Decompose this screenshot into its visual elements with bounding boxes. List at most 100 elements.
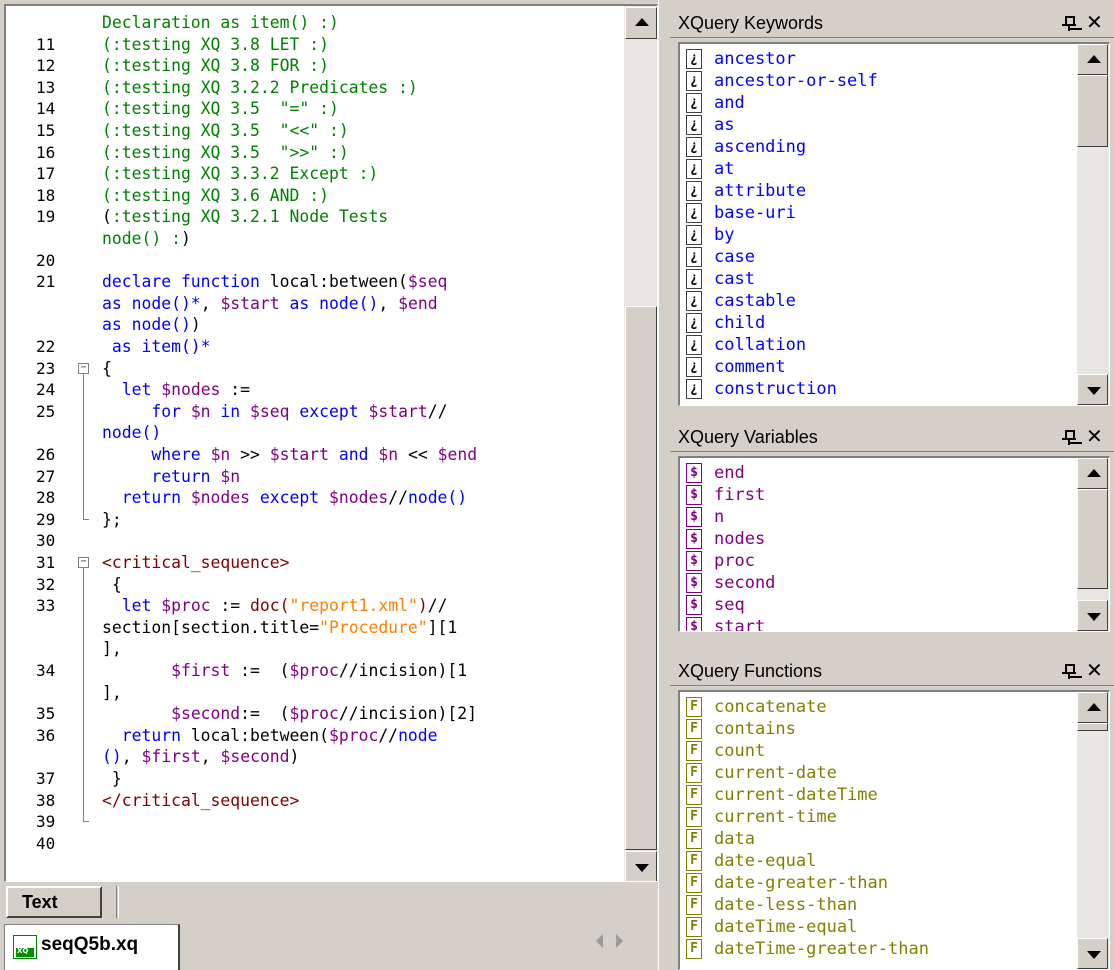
list-item[interactable]: FdateTime-greater-than (686, 938, 1076, 960)
code-token: := ( (230, 661, 290, 680)
list-item[interactable]: $ nodes (686, 528, 1076, 550)
scroll-thumb[interactable] (1077, 489, 1108, 589)
list-item[interactable]: ¿ by (686, 224, 1076, 246)
code-line: as node()) (102, 314, 201, 336)
list-item-label: end (714, 463, 745, 483)
code-token: return (102, 466, 221, 486)
list-item-label: by (714, 225, 735, 245)
list-item[interactable]: ¿ attribute (686, 180, 1076, 202)
close-icon[interactable]: ✕ (1086, 10, 1103, 34)
list-item[interactable]: ¿ base-uri (686, 202, 1076, 224)
list-item[interactable]: $ end (686, 462, 1076, 484)
keyword-icon: ¿ (686, 159, 702, 179)
keywords-scrollbar[interactable] (1077, 44, 1109, 405)
code-line: declare function local:between($seq (102, 271, 447, 293)
scroll-thumb[interactable] (1077, 723, 1108, 731)
list-item[interactable]: FdateTime-equal (686, 916, 1076, 938)
list-item[interactable]: $ start (686, 616, 1076, 632)
list-item[interactable]: Fcurrent-dateTime (686, 784, 1076, 806)
close-icon[interactable]: ✕ (1086, 658, 1103, 682)
code-token: local:between( (190, 725, 329, 745)
function-icon: F (686, 829, 702, 849)
line-number: 40 (36, 833, 56, 853)
scroll-up-button[interactable] (1077, 692, 1108, 723)
scroll-down-button[interactable] (1077, 374, 1108, 405)
code-token: node (398, 725, 438, 745)
list-item[interactable]: Fcount (686, 740, 1076, 762)
panel-title-bar[interactable]: XQuery Functions ✕ (670, 656, 1114, 686)
tab-scroll-left-icon[interactable] (596, 934, 603, 948)
list-item[interactable]: ¿ as (686, 114, 1076, 136)
line-number: 21 (36, 272, 56, 292)
line-number: 39 (36, 812, 56, 832)
list-item[interactable]: Fdate-equal (686, 850, 1076, 872)
list-item[interactable]: Fcurrent-date (686, 762, 1076, 784)
close-icon[interactable]: ✕ (1086, 424, 1103, 448)
list-item-label: concatenate (714, 697, 827, 717)
list-item[interactable]: $ first (686, 484, 1076, 506)
list-item[interactable]: ¿ comment (686, 356, 1076, 378)
list-item[interactable]: $ proc (686, 550, 1076, 572)
scroll-down-button[interactable] (1077, 600, 1108, 631)
xq-file-icon (13, 935, 37, 959)
list-item[interactable]: ¿ construction (686, 378, 1076, 400)
scroll-up-button[interactable] (625, 7, 657, 39)
code-token: $first (171, 661, 231, 680)
panel-title-bar[interactable]: XQuery Keywords ✕ (670, 8, 1114, 38)
scroll-up-button[interactable] (1077, 458, 1108, 489)
list-item[interactable]: ¿ collation (686, 334, 1076, 356)
list-item[interactable]: ¿ cast (686, 268, 1076, 290)
list-item[interactable]: ¿ castable (686, 290, 1076, 312)
code-token: $second (220, 747, 290, 767)
functions-scrollbar[interactable] (1077, 692, 1109, 969)
fold-collapse-icon[interactable]: − (78, 557, 89, 568)
list-item[interactable]: $ seq (686, 594, 1076, 616)
list-item[interactable]: Fdate-less-than (686, 894, 1076, 916)
code-token: $seq (250, 401, 290, 421)
tab-text-view[interactable]: Text (6, 886, 102, 918)
keyword-icon: ¿ (686, 379, 702, 399)
pin-icon[interactable] (1062, 662, 1076, 679)
tab-scroll-right-icon[interactable] (616, 934, 623, 948)
list-item[interactable]: Fcurrent-time (686, 806, 1076, 828)
scroll-down-button[interactable] (1077, 938, 1108, 969)
list-item[interactable]: ¿ ancestor-or-self (686, 70, 1076, 92)
list-item[interactable]: $ n (686, 506, 1076, 528)
code-token: let (102, 596, 162, 616)
code-token: where (102, 445, 211, 464)
line-number: 34 (36, 661, 56, 680)
list-item[interactable]: ¿ and (686, 92, 1076, 114)
code-line: (:testing XQ 3.2.1 Node Tests (102, 206, 388, 228)
list-item[interactable]: Fdate-greater-than (686, 872, 1076, 894)
code-token: $start (368, 401, 428, 421)
scroll-thumb[interactable] (1077, 75, 1108, 147)
fold-collapse-icon[interactable]: − (78, 362, 89, 374)
code-token: $start (269, 445, 330, 464)
list-item[interactable]: ¿ ascending (686, 136, 1076, 158)
tab-document[interactable]: seqQ5b.xq (4, 924, 180, 970)
code-token: () (102, 747, 122, 767)
code-area[interactable]: Declaration as item() :) 11 (:testing XQ 3… (6, 6, 624, 881)
code-token: and (329, 445, 379, 464)
list-item[interactable]: ¿ at (686, 158, 1076, 180)
list-item[interactable]: Fdata (686, 828, 1076, 850)
list-item[interactable]: ¿ ancestor (686, 48, 1076, 70)
scroll-thumb[interactable] (625, 306, 657, 850)
pin-icon[interactable] (1062, 14, 1076, 31)
pin-icon[interactable] (1062, 428, 1076, 445)
panel-title-bar[interactable]: XQuery Variables ✕ (670, 422, 1114, 452)
code-token: // (427, 596, 448, 616)
list-item[interactable]: ¿ child (686, 312, 1076, 334)
list-item[interactable]: Fconcatenate (686, 696, 1076, 718)
list-item[interactable]: $ second (686, 572, 1076, 594)
keyword-icon: ¿ (686, 357, 702, 377)
code-token: :testing XQ 3.2.1 Node Tests (111, 207, 389, 227)
scroll-down-button[interactable] (625, 851, 657, 881)
list-item[interactable]: Fcontains (686, 718, 1076, 740)
scroll-up-button[interactable] (1077, 44, 1108, 75)
list-item-label: start (714, 617, 766, 632)
list-item[interactable]: ¿ case (686, 246, 1076, 268)
editor-vertical-scrollbar[interactable] (624, 6, 657, 881)
variables-scrollbar[interactable] (1077, 458, 1109, 631)
pane-splitter[interactable] (658, 0, 668, 970)
